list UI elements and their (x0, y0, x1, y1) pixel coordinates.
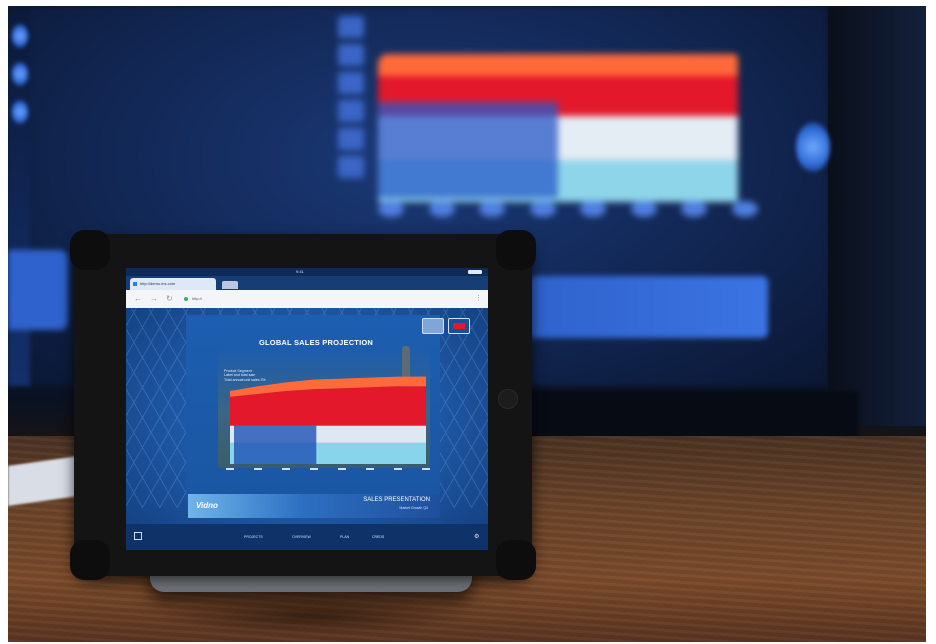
forward-arrow-icon[interactable]: → (150, 294, 158, 304)
url-text: http:// (192, 296, 203, 301)
x-tick (366, 468, 374, 470)
browser-tab[interactable]: http://demo.ms.com (130, 278, 216, 290)
status-time: 9:41 (296, 269, 304, 274)
grid-icon[interactable] (134, 532, 142, 540)
nav-item-projects[interactable]: PROJECTS (244, 535, 263, 539)
app-bottom-nav: PROJECTS OVERVIEW PLAN CREDS ⚙ (126, 524, 488, 550)
wall-banner-left (8, 250, 68, 330)
nav-item-creds[interactable]: CREDS (372, 535, 384, 539)
legend-line: Total annual unit sales 3% (224, 377, 266, 382)
wall-display-chart (338, 6, 758, 236)
case-bumper (496, 230, 536, 270)
chart-data-table (234, 425, 317, 464)
brand-logo: Vidno (196, 501, 218, 510)
tablet-screen: 9:41 http://demo.ms.com ← → ↻ http:// ⋮ (126, 268, 488, 550)
wall-ui-button (796, 122, 830, 172)
x-tick (422, 468, 430, 470)
status-bar: 9:41 (126, 268, 488, 276)
photo-scene: 9:41 http://demo.ms.com ← → ↻ http:// ⋮ (8, 6, 926, 642)
wall-banner (528, 276, 768, 338)
home-button[interactable] (498, 389, 518, 409)
wall-display-frame (828, 6, 926, 426)
address-bar: ← → ↻ http:// ⋮ (126, 290, 488, 308)
chart-legend: Product Segment Label and total sale Tot… (224, 369, 266, 382)
presentation-banner: Vidno SALES PRESENTATION Market Growth Q… (188, 494, 440, 518)
x-tick (282, 468, 290, 470)
chart-title: GLOBAL SALES PROJECTION (258, 338, 374, 347)
wall-ui-dot (12, 62, 28, 86)
secure-icon (184, 297, 188, 301)
browser-tab-title: http://demo.ms.com (140, 281, 176, 286)
wall-band-orange (378, 54, 738, 76)
stand-shadow (158, 596, 468, 636)
battery-icon (468, 270, 482, 274)
nav-item-plan[interactable]: PLAN (340, 535, 349, 539)
new-tab-button[interactable] (222, 281, 238, 289)
settings-icon[interactable]: ⚙ (474, 533, 479, 540)
wall-ui-dot (12, 100, 28, 124)
wall-ui-dot (12, 24, 28, 48)
browser-tab-strip: http://demo.ms.com (126, 276, 488, 290)
x-tick (310, 468, 318, 470)
banner-title: SALES PRESENTATION (363, 497, 430, 503)
presentation-flag-button[interactable] (448, 318, 470, 334)
menu-icon[interactable]: ⋮ (475, 295, 482, 303)
case-bumper (496, 540, 536, 580)
flag-icon (453, 323, 465, 329)
x-tick (394, 468, 402, 470)
presentation-nav-button[interactable] (422, 318, 444, 334)
nav-item-overview[interactable]: OVERVIEW (292, 535, 311, 539)
x-tick (226, 468, 234, 470)
wall-chart-labels (338, 6, 378, 236)
x-tick (254, 468, 262, 470)
banner-subtitle: Market Growth Q4 (399, 506, 428, 510)
wall-data-table (378, 102, 558, 198)
reload-icon[interactable]: ↻ (166, 294, 173, 304)
favicon-icon (133, 282, 137, 286)
url-field[interactable]: http:// (182, 294, 440, 304)
wall-chart-axis (378, 201, 758, 221)
case-bumper (70, 230, 110, 270)
x-tick (338, 468, 346, 470)
case-bumper (70, 540, 110, 580)
back-arrow-icon[interactable]: ← (134, 294, 142, 304)
